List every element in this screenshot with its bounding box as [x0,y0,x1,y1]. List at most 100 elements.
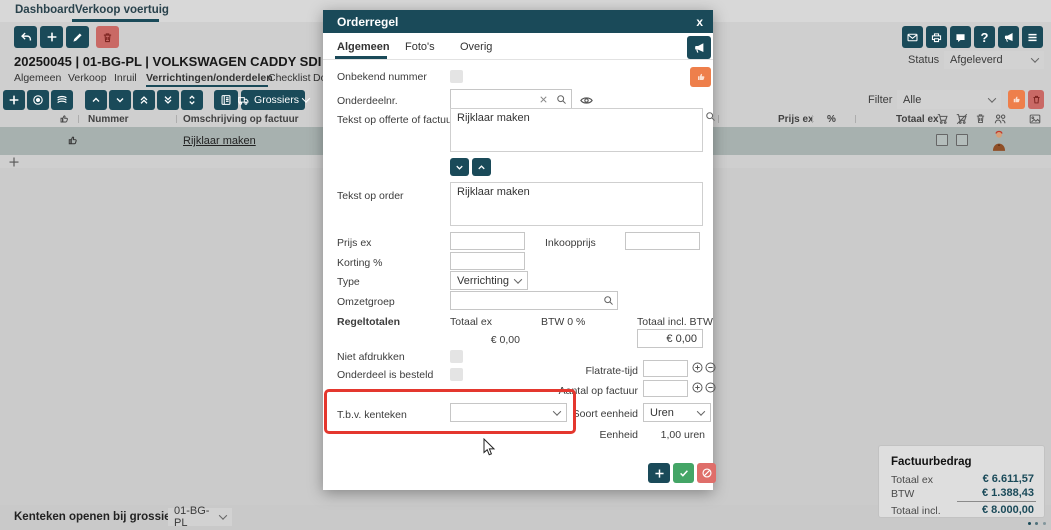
type-value: Verrichting [457,275,509,287]
page-tab-verkoop[interactable]: Verkoop [68,72,107,84]
onbekend-nummer-checkbox[interactable] [450,70,463,83]
page-tab-verrichtingen[interactable]: Verrichtingen/onderdelen [146,72,273,84]
layers-button[interactable] [51,90,73,110]
btw-label: BTW [891,488,914,500]
type-select[interactable]: Verrichting [450,271,528,290]
column-separator [855,115,856,123]
move-down-button[interactable] [109,90,131,110]
row-checkbox-cart[interactable] [936,134,948,146]
move-up-button[interactable] [85,90,107,110]
cart-slash-column-icon[interactable] [955,112,969,126]
modal-cancel-button[interactable] [697,463,716,483]
email-button[interactable] [902,26,923,48]
column-header-totaal-ex[interactable]: Totaal ex [896,114,939,125]
active-tab-underline [72,19,159,22]
decrement-icon[interactable] [704,361,717,374]
delete-button[interactable] [96,26,119,48]
plus-icon [7,93,21,107]
page-tab-algemeen[interactable]: Algemeen [14,72,61,84]
row-checkbox-cart-slash[interactable] [956,134,968,146]
modal-tab-algemeen[interactable]: Algemeen [337,41,390,53]
totaal-incl-col-label: Totaal incl. BTW [637,316,713,328]
thumb-column-header[interactable] [58,113,70,125]
back-button[interactable] [14,26,37,48]
clear-x-icon[interactable] [538,94,549,105]
modal-announcement-button[interactable] [687,36,711,59]
row-add-button[interactable] [3,90,25,110]
soort-eenheid-select[interactable]: Uren [643,403,711,422]
add-row-plus-icon[interactable] [8,156,20,168]
move-top-button[interactable] [133,90,155,110]
grossiers-dropdown-button[interactable]: Grossiers [241,90,305,110]
grossier-avatar[interactable] [990,130,1008,152]
search-icon[interactable] [602,294,615,307]
modal-tab-fotos[interactable]: Foto's [405,41,435,53]
edit-button[interactable] [66,26,89,48]
envelope-icon [906,31,919,44]
trash-icon [1031,94,1042,105]
tab-dashboard[interactable]: Dashboard [15,4,75,16]
modal-confirm-button[interactable] [673,463,694,483]
increment-icon[interactable] [691,361,704,374]
image-column-icon[interactable] [1028,112,1042,126]
column-header-prijs-ex[interactable]: Prijs ex [778,114,814,125]
modal-close-button[interactable]: x [696,15,703,29]
page-tab-inruil[interactable]: Inruil [114,72,137,84]
modal-tab-overig[interactable]: Overig [460,41,492,53]
increment-icon[interactable] [691,381,704,394]
flatrate-tijd-input[interactable] [643,360,688,377]
delete-rows-button[interactable] [1028,90,1044,109]
tab-verkoop-voertuig[interactable]: Verkoop voertuig [75,4,169,16]
view-target-button[interactable] [27,90,49,110]
catalog-button[interactable] [214,90,238,110]
row-thumbs-up-icon[interactable] [66,134,79,147]
chat-button[interactable] [950,26,971,48]
modal-approve-button[interactable] [690,67,711,87]
inkoopprijs-input[interactable] [625,232,700,250]
row-omschrijving-link[interactable]: Rijklaar maken [183,135,256,147]
modal-title: Orderregel [337,15,398,29]
omzetgroep-input[interactable] [450,291,618,310]
approve-all-button[interactable] [1008,90,1025,109]
filter-select[interactable]: Alle [897,90,1001,109]
add-button[interactable] [40,26,63,48]
kenteken-grossier-select[interactable]: 01-BG-PL [168,508,232,526]
cart-column-icon[interactable] [936,112,950,126]
menu-button[interactable] [1022,26,1043,48]
move-bottom-button[interactable] [157,90,179,110]
print-button[interactable] [926,26,947,48]
modal-add-button[interactable] [648,463,670,483]
sort-button[interactable] [181,90,203,110]
page-tab-checklist[interactable]: Checklist [268,72,311,84]
copy-text-down-button[interactable] [450,158,469,176]
people-column-icon[interactable] [993,112,1008,127]
target-icon [31,93,45,107]
tekst-offerte-textarea[interactable]: Rijklaar maken [450,108,703,152]
column-header-pct[interactable]: % [827,114,836,125]
chevron-up-icon [90,94,102,106]
type-label: Type [337,276,360,288]
announcement-button[interactable] [998,26,1019,48]
totaal-incl-value: € 8.000,00 [982,504,1034,516]
decrement-icon[interactable] [704,381,717,394]
korting-label: Korting % [337,257,383,269]
totaal-incl-input[interactable] [637,329,703,348]
onderdeel-besteld-checkbox[interactable] [450,368,463,381]
niet-afdrukken-checkbox[interactable] [450,350,463,363]
btw-value: € 1.388,43 [982,487,1034,499]
tekst-order-textarea[interactable]: Rijklaar maken [450,182,703,226]
column-header-omschrijving[interactable]: Omschrijving op factuur [183,114,299,125]
status-select[interactable]: Afgeleverd [944,51,1044,69]
loading-spinner-dots [1028,512,1046,530]
prijs-ex-input[interactable] [450,232,525,250]
help-button[interactable]: ? [974,26,995,48]
trash-column-icon[interactable] [974,112,987,125]
korting-input[interactable] [450,252,525,270]
column-header-nummer[interactable]: Nummer [88,114,129,125]
search-icon[interactable] [555,93,568,106]
copy-text-up-button[interactable] [472,158,491,176]
eye-icon[interactable] [579,93,594,108]
search-icon[interactable] [704,110,717,123]
aantal-op-factuur-input[interactable] [643,380,688,397]
totaal-ex-label: Totaal ex [891,474,933,486]
